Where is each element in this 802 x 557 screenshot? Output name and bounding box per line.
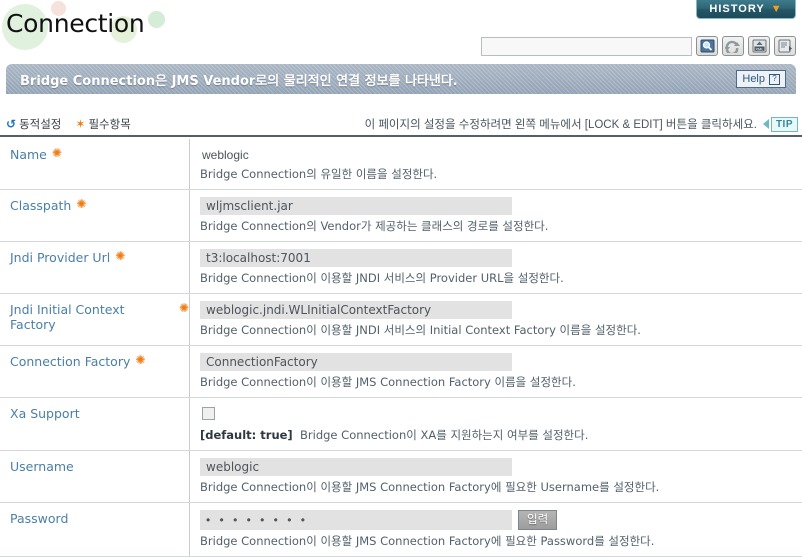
refresh-icon[interactable] bbox=[722, 36, 744, 56]
form-row-description-text: Bridge Connection이 이용할 JNDI 서비스의 Provide… bbox=[200, 271, 564, 285]
form-row-label: Classpath bbox=[10, 198, 72, 213]
svg-text:XML: XML bbox=[755, 46, 764, 51]
form-row: Name ✺ weblogic Bridge Connection의 유일한 이름을 … bbox=[0, 139, 802, 190]
form-row-description: [default: true] Bridge Connection이 XA를 지… bbox=[200, 427, 792, 443]
form-field-input[interactable] bbox=[200, 301, 512, 319]
tip-arrow-icon bbox=[762, 119, 769, 129]
form-row-value-cell: • • • • • • • • 입력 Bridge Connection이 이용할 … bbox=[190, 503, 802, 556]
form-row: Username Bridge Connection이 이용할 JMS Conne… bbox=[0, 451, 802, 503]
form-row-label-cell: Password bbox=[0, 503, 190, 556]
form-row-value-cell: weblogic Bridge Connection의 유일한 이름을 설정한다. bbox=[190, 139, 802, 189]
xml-export-icon[interactable]: XML bbox=[748, 36, 770, 56]
form-row-value-cell: [default: true] Bridge Connection이 XA를 지… bbox=[190, 398, 802, 450]
form-row: Classpath ✺ Bridge Connection의 Vendor가 제공하… bbox=[0, 190, 802, 242]
form-row-label: Xa Support bbox=[10, 406, 80, 421]
form-row-label-cell: Name ✺ bbox=[0, 139, 190, 189]
form-row-value-cell: Bridge Connection이 이용할 JNDI 서비스의 Initial… bbox=[190, 294, 802, 345]
form-row-label-cell: Jndi Initial Context Factory ✺ bbox=[0, 294, 190, 345]
asterisk-icon: ✶ bbox=[75, 117, 86, 131]
description-banner: Bridge Connection은 JMS Vendor로의 물리적인 연결 … bbox=[6, 64, 796, 94]
password-field-row: • • • • • • • • 입력 bbox=[200, 510, 792, 530]
form-row-description: Bridge Connection이 이용할 JMS Connection Fa… bbox=[200, 374, 792, 390]
search-toolbar: XML bbox=[481, 36, 796, 56]
form-row-label-cell: Xa Support bbox=[0, 398, 190, 450]
form-row-description: Bridge Connection이 이용할 JMS Connection Fa… bbox=[200, 479, 792, 495]
form-row: Jndi Initial Context Factory ✺ Bridge Conn… bbox=[0, 294, 802, 346]
form-row-label: Password bbox=[10, 511, 69, 526]
form-row: Jndi Provider Url ✺ Bridge Connection이 이용할… bbox=[0, 242, 802, 294]
form-row-description-text: Bridge Connection이 XA를 지원하는지 여부를 설정한다. bbox=[300, 428, 589, 442]
search-input[interactable] bbox=[481, 36, 692, 56]
password-input[interactable]: • • • • • • • • bbox=[200, 510, 512, 530]
form-row-description: Bridge Connection이 이용할 JNDI 서비스의 Provide… bbox=[200, 270, 792, 286]
form-row-label-cell: Connection Factory ✺ bbox=[0, 346, 190, 397]
form-row-description: Bridge Connection의 유일한 이름을 설정한다. bbox=[200, 166, 792, 182]
form-row-label: Jndi Provider Url bbox=[10, 250, 111, 265]
legend-dynamic-label: 동적설정 bbox=[19, 117, 62, 131]
save-export-icon[interactable] bbox=[774, 36, 796, 56]
page-title: Connection bbox=[6, 9, 145, 38]
question-mark-icon: ? bbox=[769, 73, 780, 85]
form-row-description-text: Bridge Connection이 이용할 JMS Connection Fa… bbox=[200, 375, 576, 389]
form-row-description-text: Bridge Connection이 이용할 JMS Connection Fa… bbox=[200, 480, 660, 494]
legend-dynamic-setting: ↺ 동적설정 bbox=[6, 116, 61, 132]
form-row-label: Name bbox=[10, 147, 47, 162]
refresh-small-icon: ↺ bbox=[6, 117, 17, 131]
form-row-description: Bridge Connection이 이용할 JMS Connection Fa… bbox=[200, 533, 792, 549]
form-row-default-note: [default: true] bbox=[200, 428, 293, 442]
legend-required-label: 필수항목 bbox=[88, 117, 131, 131]
legend-row: ↺ 동적설정 ✶ 필수항목 이 페이지의 설정을 수정하려면 왼쪽 메뉴에서 [… bbox=[0, 113, 802, 137]
tip-note-text: 이 페이지의 설정을 수정하려면 왼쪽 메뉴에서 [LOCK & EDIT] 버… bbox=[364, 119, 757, 131]
form-row-description-text: Bridge Connection의 Vendor가 제공하는 클래스의 경로를… bbox=[200, 219, 549, 233]
form-row-description-text: Bridge Connection이 이용할 JNDI 서비스의 Initial… bbox=[200, 323, 641, 337]
form-row-label: Username bbox=[10, 459, 74, 474]
password-submit-button[interactable]: 입력 bbox=[518, 510, 558, 530]
form-row-label-cell: Classpath ✺ bbox=[0, 190, 190, 241]
legend-required-field: ✶ 필수항목 bbox=[75, 116, 130, 132]
form-field-input[interactable] bbox=[200, 197, 512, 215]
tip-badge[interactable]: TIP bbox=[770, 116, 798, 132]
help-button[interactable]: Help ? bbox=[736, 70, 786, 88]
form-row: Password • • • • • • • • 입력 Bridge Connecti… bbox=[0, 503, 802, 557]
form-row-description-text: Bridge Connection이 이용할 JMS Connection Fa… bbox=[200, 534, 655, 548]
form-row-value-cell: Bridge Connection이 이용할 JMS Connection Fa… bbox=[190, 451, 802, 502]
required-asterisk-icon: ✺ bbox=[76, 197, 87, 211]
required-asterisk-icon: ✺ bbox=[51, 146, 62, 160]
form-row-value-cell: Bridge Connection의 Vendor가 제공하는 클래스의 경로를… bbox=[190, 190, 802, 241]
chevron-down-icon: ▼ bbox=[770, 2, 783, 15]
page-header: Connection HISTORY ▼ XML bbox=[0, 0, 802, 56]
form-row-value-cell: Bridge Connection이 이용할 JMS Connection Fa… bbox=[190, 346, 802, 397]
banner-description: Bridge Connection은 JMS Vendor로의 물리적인 연결 … bbox=[20, 73, 458, 89]
form-row-label-cell: Username bbox=[0, 451, 190, 502]
form-field-input[interactable] bbox=[200, 458, 512, 476]
xa-support-checkbox[interactable] bbox=[202, 407, 215, 420]
form-field-input[interactable] bbox=[200, 249, 512, 267]
required-asterisk-icon: ✺ bbox=[178, 301, 189, 315]
form-row: Xa Support [default: true] Bridge Connect… bbox=[0, 398, 802, 451]
form-row-description: Bridge Connection의 Vendor가 제공하는 클래스의 경로를… bbox=[200, 218, 792, 234]
form-row-value-cell: Bridge Connection이 이용할 JNDI 서비스의 Provide… bbox=[190, 242, 802, 293]
form-row: Connection Factory ✺ Bridge Connection이 이용… bbox=[0, 346, 802, 398]
history-button[interactable]: HISTORY ▼ bbox=[696, 0, 796, 19]
form-row-label: Connection Factory bbox=[10, 354, 131, 369]
form-field-input[interactable] bbox=[200, 353, 512, 371]
help-button-label: Help bbox=[742, 73, 765, 85]
search-icon[interactable] bbox=[696, 36, 718, 56]
required-asterisk-icon: ✺ bbox=[115, 249, 126, 263]
form-row-label: Jndi Initial Context Factory bbox=[10, 302, 125, 332]
form-row-label-cell: Jndi Provider Url ✺ bbox=[0, 242, 190, 293]
required-asterisk-icon: ✺ bbox=[135, 353, 146, 367]
form-row-description: Bridge Connection이 이용할 JNDI 서비스의 Initial… bbox=[200, 322, 792, 338]
decorative-circle-green-small bbox=[148, 11, 165, 28]
tip-note: 이 페이지의 설정을 수정하려면 왼쪽 메뉴에서 [LOCK & EDIT] 버… bbox=[365, 116, 798, 132]
settings-form-table: Name ✺ weblogic Bridge Connection의 유일한 이름을 … bbox=[0, 139, 802, 557]
form-row-description-text: Bridge Connection의 유일한 이름을 설정한다. bbox=[200, 167, 438, 181]
readonly-value: weblogic bbox=[202, 148, 249, 162]
history-button-label: HISTORY bbox=[709, 3, 765, 15]
